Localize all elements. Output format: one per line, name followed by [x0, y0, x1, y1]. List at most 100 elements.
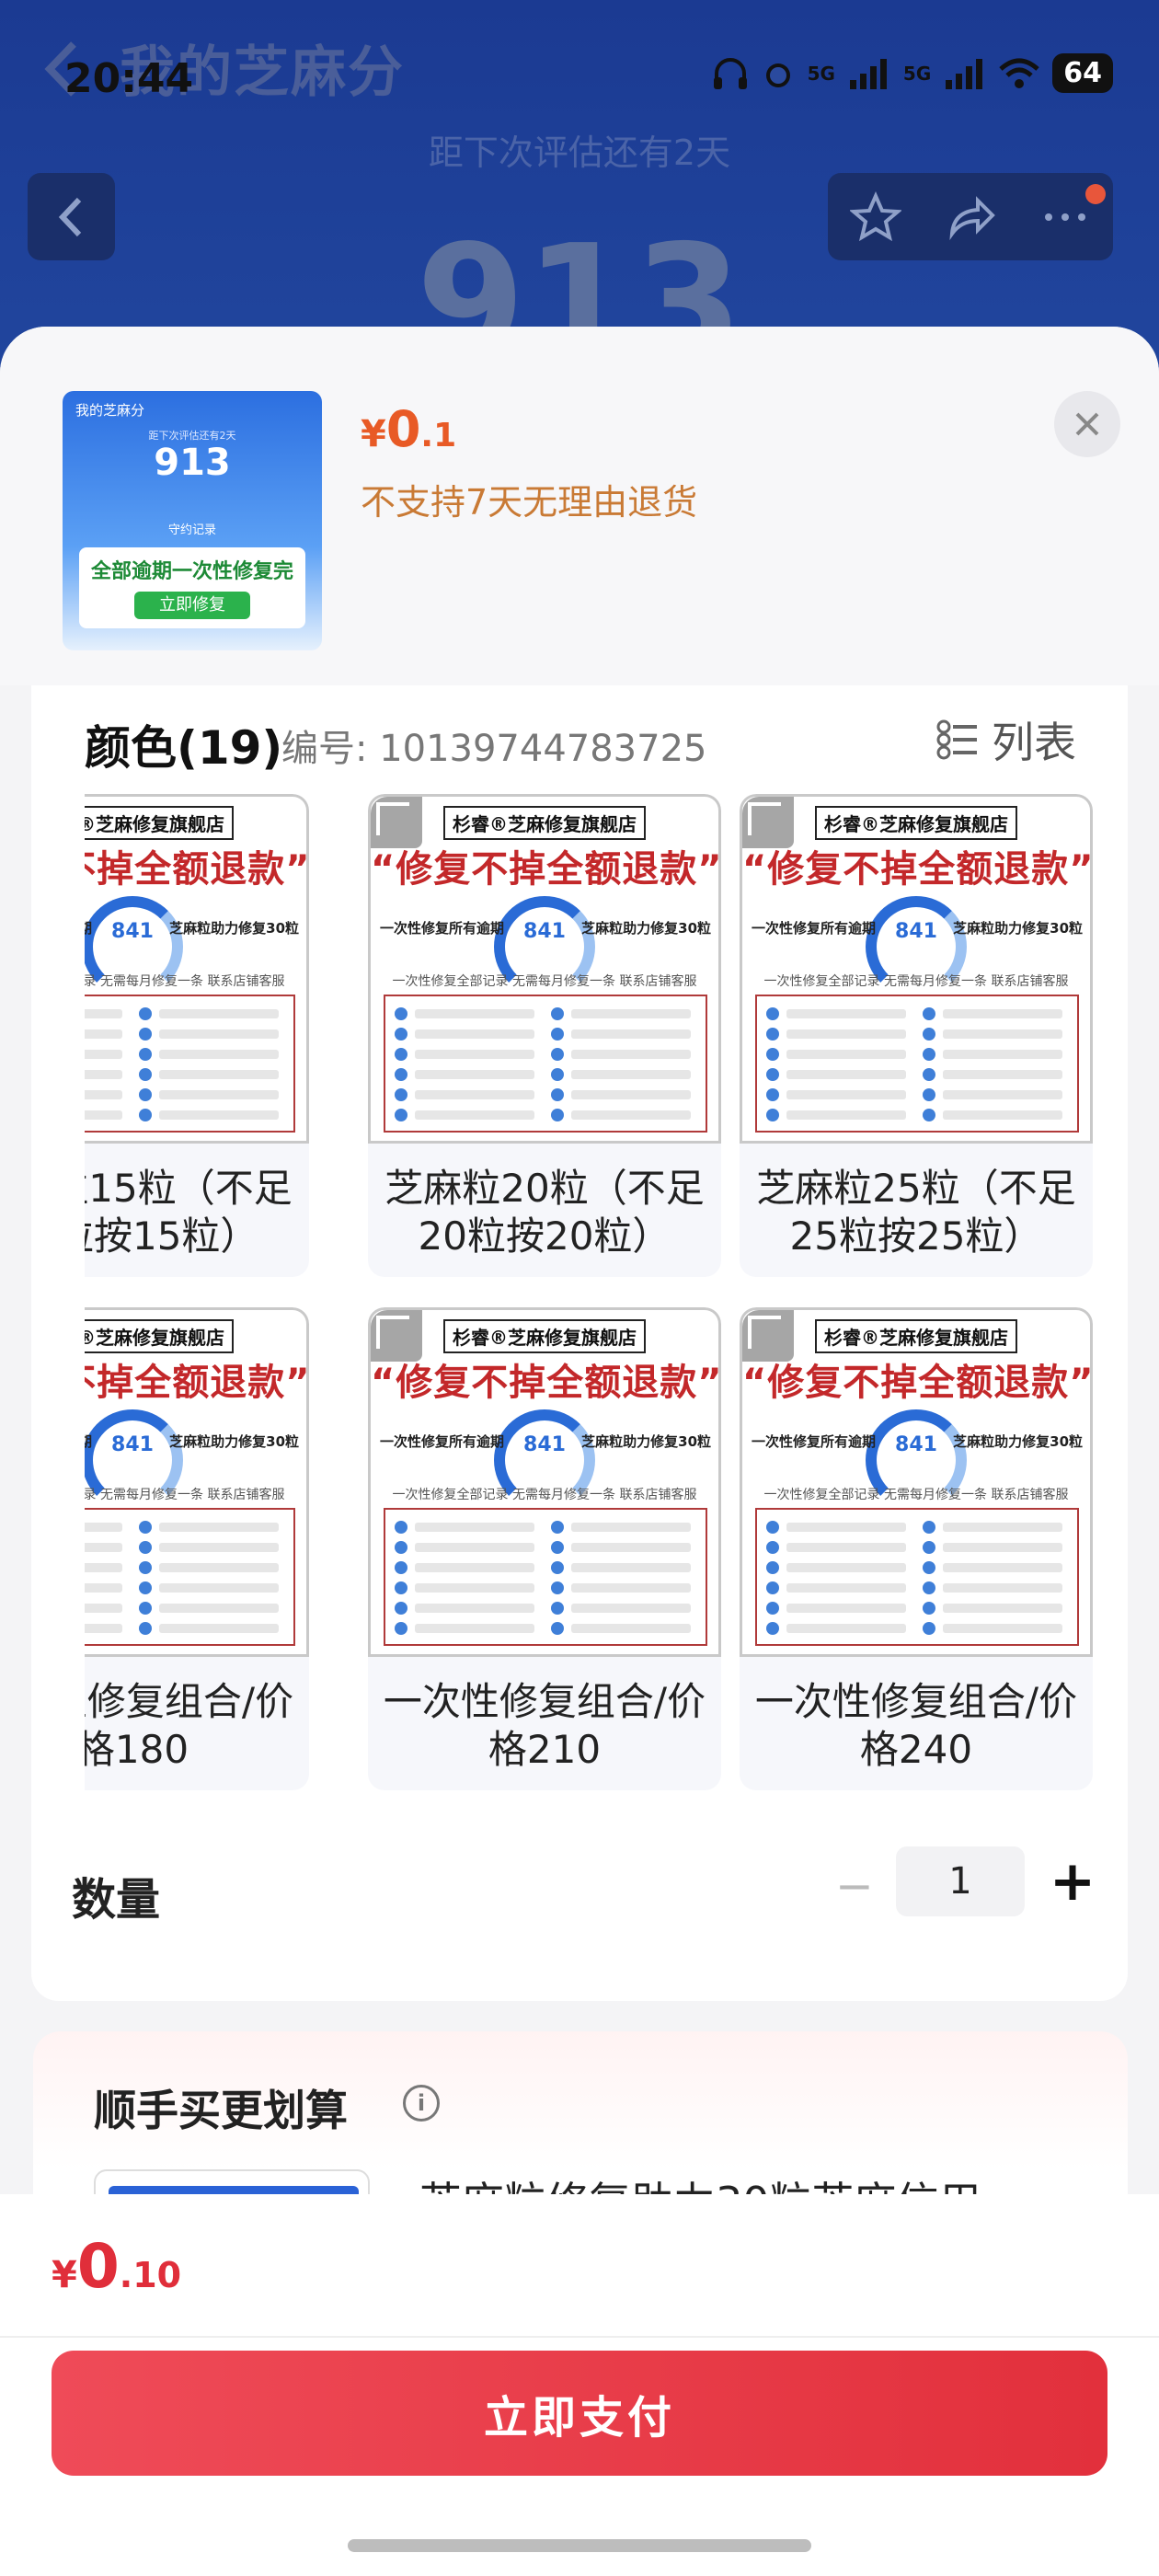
- record-app-icon: [395, 1007, 407, 1020]
- record-app-icon: [395, 1561, 407, 1574]
- record-row: [159, 1583, 279, 1593]
- record-app-icon: [139, 1088, 152, 1101]
- pay-now-button[interactable]: 立即支付: [52, 2351, 1107, 2476]
- record-row: [571, 1009, 691, 1018]
- background-actions: [828, 173, 1113, 260]
- quantity-value[interactable]: 1: [896, 1846, 1025, 1916]
- record-row: [943, 1090, 1062, 1099]
- record-row: [85, 1029, 122, 1039]
- record-row: [786, 1070, 906, 1079]
- record-app-icon: [139, 1581, 152, 1594]
- repair-boost-text: 芝麻粒助力修复30粒: [581, 920, 711, 937]
- quantity-label: 数量: [72, 1874, 161, 1926]
- record-app-icon: [766, 1561, 779, 1574]
- record-row: [85, 1070, 122, 1079]
- record-row: [786, 1543, 906, 1552]
- sku-option-label: 芝麻粒20粒（不足20粒按20粒）: [384, 1166, 705, 1259]
- record-app-icon: [923, 1028, 935, 1041]
- shop-tag: 杉睿®芝麻修复旗舰店: [815, 806, 1017, 840]
- record-row: [85, 1050, 122, 1059]
- record-app-icon: [139, 1521, 152, 1534]
- record-app-icon: [139, 1622, 152, 1635]
- record-row: [943, 1110, 1062, 1120]
- home-indicator: [348, 2539, 811, 2552]
- quantity-minus-button[interactable]: −: [822, 1854, 887, 1918]
- repair-boost-text: 芝麻粒助力修复30粒: [581, 1433, 711, 1450]
- score-gauge: 841: [494, 896, 595, 997]
- record-row: [159, 1070, 279, 1079]
- record-row: [786, 1563, 906, 1572]
- record-row: [415, 1604, 534, 1613]
- shop-tag: 杉睿®芝麻修复旗舰店: [85, 1319, 234, 1353]
- record-app-icon: [551, 1068, 564, 1081]
- record-app-icon: [395, 1521, 407, 1534]
- share-icon: [949, 195, 995, 240]
- sku-option-tile[interactable]: 杉睿®芝麻修复旗舰店 “修复不掉全额退款” 841 一次性修复所有逾期 芝麻粒助力修复3…: [85, 794, 309, 1277]
- repair-note: 一次性修复全部记录 无需每月修复一条 联系店铺客服: [763, 1488, 1069, 1502]
- record-app-icon: [923, 1561, 935, 1574]
- record-row: [85, 1604, 122, 1613]
- wifi-icon: [999, 58, 1039, 88]
- sku-option-tile[interactable]: 杉睿®芝麻修复旗舰店 “修复不掉全额退款” 841 一次性修复所有逾期 芝麻粒助力修复3…: [740, 794, 1093, 1277]
- record-app-icon: [395, 1109, 407, 1121]
- record-app-icon: [923, 1068, 935, 1081]
- refund-slogan: “修复不掉全额退款”: [371, 848, 721, 891]
- shop-tag: 杉睿®芝麻修复旗舰店: [85, 806, 234, 840]
- record-row: [85, 1110, 122, 1120]
- record-app-icon: [766, 1622, 779, 1635]
- expand-corner-icon[interactable]: [748, 1316, 781, 1349]
- thumb-score: 913: [154, 442, 231, 484]
- record-app-icon: [139, 1028, 152, 1041]
- record-row: [415, 1050, 534, 1059]
- record-row: [571, 1543, 691, 1552]
- record-app-icon: [923, 1048, 935, 1061]
- record-app-icon: [551, 1028, 564, 1041]
- expand-corner-icon[interactable]: [376, 802, 409, 835]
- record-app-icon: [766, 1007, 779, 1020]
- expand-corner-icon[interactable]: [748, 802, 781, 835]
- sku-option-tile[interactable]: 杉睿®芝麻修复旗舰店 “修复不掉全额退款” 841 一次性修复所有逾期 芝麻粒助力修复3…: [368, 794, 721, 1277]
- notification-dot: [1085, 184, 1106, 204]
- gauge-score: 841: [523, 920, 566, 943]
- return-policy: 不支持7天无理由退货: [361, 482, 698, 523]
- record-app-icon: [923, 1602, 935, 1615]
- record-app-icon: [395, 1068, 407, 1081]
- records-box: [755, 1508, 1079, 1646]
- record-row: [85, 1523, 122, 1532]
- repair-note: 一次性修复全部记录 无需每月修复一条 联系店铺客服: [763, 974, 1069, 989]
- sku-option-image: 杉睿®芝麻修复旗舰店 “修复不掉全额退款” 841 一次性修复所有逾期 芝麻粒助力修复3…: [368, 794, 721, 1144]
- quantity-plus-button[interactable]: +: [1039, 1848, 1106, 1915]
- record-row: [786, 1523, 906, 1532]
- info-icon[interactable]: i: [403, 2085, 440, 2122]
- record-app-icon: [766, 1088, 779, 1101]
- repair-all-text: 一次性修复所有逾期: [752, 920, 877, 937]
- record-row: [943, 1543, 1062, 1552]
- more-icon: [1045, 213, 1086, 221]
- record-app-icon: [551, 1581, 564, 1594]
- record-app-icon: [766, 1541, 779, 1554]
- refund-slogan: “修复不掉全额退款”: [85, 848, 309, 891]
- expand-corner-icon[interactable]: [376, 1316, 409, 1349]
- record-row: [943, 1070, 1062, 1079]
- close-button[interactable]: [1054, 391, 1120, 457]
- repair-boost-text: 芝麻粒助力修复30粒: [953, 1433, 1083, 1450]
- list-view-toggle[interactable]: 列表: [936, 709, 1076, 770]
- record-app-icon: [395, 1088, 407, 1101]
- sku-option-tile[interactable]: 杉睿®芝麻修复旗舰店 “修复不掉全额退款” 841 一次性修复所有逾期 芝麻粒助力修复3…: [85, 1307, 309, 1790]
- score-gauge: 841: [85, 1409, 183, 1511]
- alarm-icon: [765, 63, 790, 87]
- score-gauge: 841: [85, 896, 183, 997]
- record-app-icon: [139, 1068, 152, 1081]
- records-box: [755, 995, 1079, 1133]
- score-gauge: 841: [866, 1409, 967, 1511]
- product-thumbnail[interactable]: 我的芝麻分 距下次评估还有2天 913 守约记录 全部逾期一次性修复完 立即修复: [63, 391, 322, 650]
- sku-option-tile[interactable]: 杉睿®芝麻修复旗舰店 “修复不掉全额退款” 841 一次性修复所有逾期 芝麻粒助力修复3…: [368, 1307, 721, 1790]
- record-row: [571, 1070, 691, 1079]
- record-app-icon: [395, 1541, 407, 1554]
- sku-option-tile[interactable]: 杉睿®芝麻修复旗舰店 “修复不掉全额退款” 841 一次性修复所有逾期 芝麻粒助力修复3…: [740, 1307, 1093, 1790]
- record-app-icon: [139, 1007, 152, 1020]
- price-symbol: ¥: [361, 413, 386, 455]
- record-app-icon: [395, 1581, 407, 1594]
- record-app-icon: [139, 1561, 152, 1574]
- record-row: [415, 1624, 534, 1633]
